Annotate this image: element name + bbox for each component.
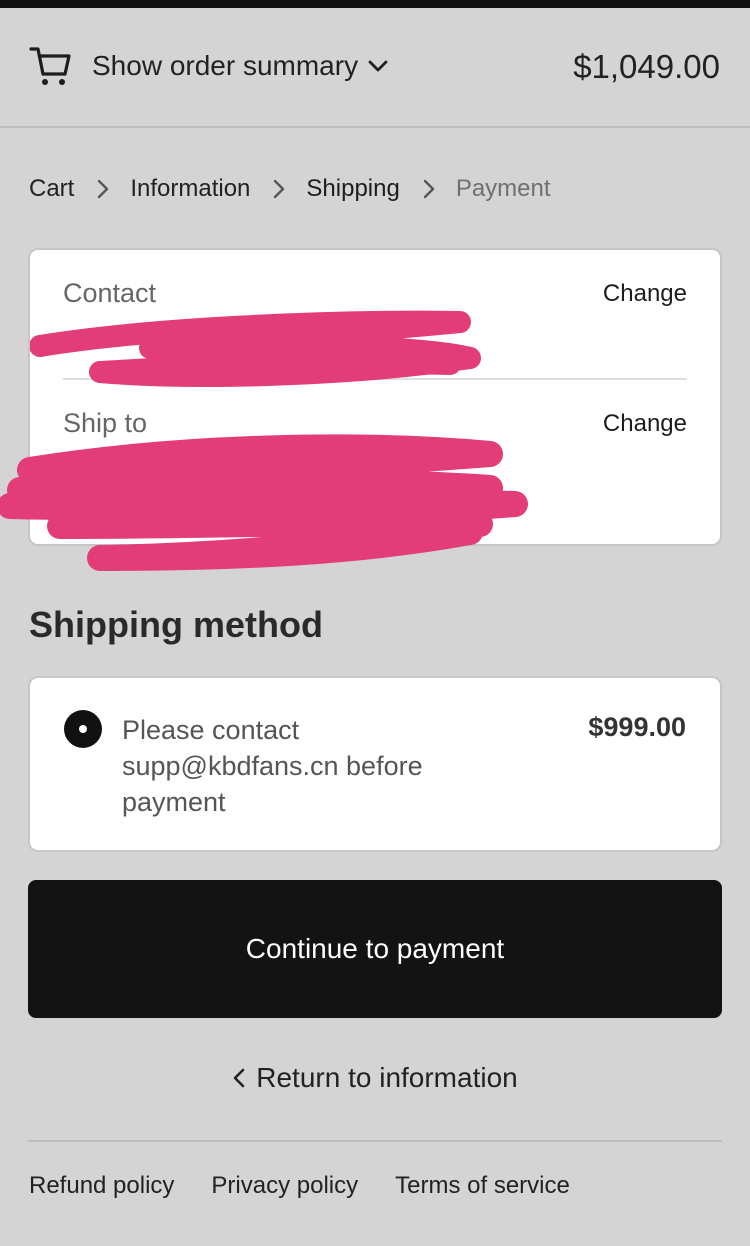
chevron-right-icon [274,179,285,199]
order-total: $1,049.00 [573,48,720,85]
redaction-scribble-address [0,434,528,571]
footer-divider [28,1140,722,1142]
shipping-method-option[interactable]: Please contact supp@kbdfans.cn before pa… [28,676,722,852]
breadcrumb: Cart Information Shipping Payment [29,172,551,206]
shipping-method-price: $999.00 [588,712,686,742]
shipping-method-description: Please contact supp@kbdfans.cn before pa… [122,715,423,817]
return-link-label: Return to information [256,1062,518,1093]
chevron-down-icon [368,60,388,72]
return-link-content[interactable]: Return to information [232,1062,518,1094]
summary-toggle-label: Show order summary [92,50,359,81]
cart-icon [29,47,71,85]
chevron-left-icon [233,1068,245,1088]
chevron-right-icon [98,179,109,199]
breadcrumb-payment: Payment [455,175,551,202]
breadcrumb-cart[interactable]: Cart [29,175,74,203]
show-order-summary-toggle[interactable]: Show order summary [92,50,388,82]
continue-to-payment-button[interactable]: Continue to payment [28,880,722,1018]
top-bar [0,0,750,8]
contact-label: Contact [63,278,157,308]
return-to-information-link[interactable]: Return to information [0,1062,750,1096]
ship-to-change-link[interactable]: Change [603,410,687,438]
shipping-radio-selected[interactable] [64,710,102,748]
footer-links: Refund policy Privacy policy Terms of se… [29,1172,570,1200]
breadcrumb-shipping: Shipping [306,175,400,202]
radio-dot-icon [79,725,87,733]
checkout-page: Show order summary $1,049.00 Cart Inform… [0,0,750,1246]
terms-of-service-link[interactable]: Terms of service [395,1172,570,1200]
privacy-policy-link[interactable]: Privacy policy [211,1172,358,1200]
order-summary-header[interactable]: Show order summary $1,049.00 [0,8,750,128]
refund-policy-link[interactable]: Refund policy [29,1172,174,1200]
contact-change-link[interactable]: Change [603,280,687,308]
shipping-method-title: Shipping method [29,604,323,645]
breadcrumb-information[interactable]: Information [130,175,250,203]
chevron-right-icon [423,179,435,199]
redaction-scribble-contact [30,310,481,387]
